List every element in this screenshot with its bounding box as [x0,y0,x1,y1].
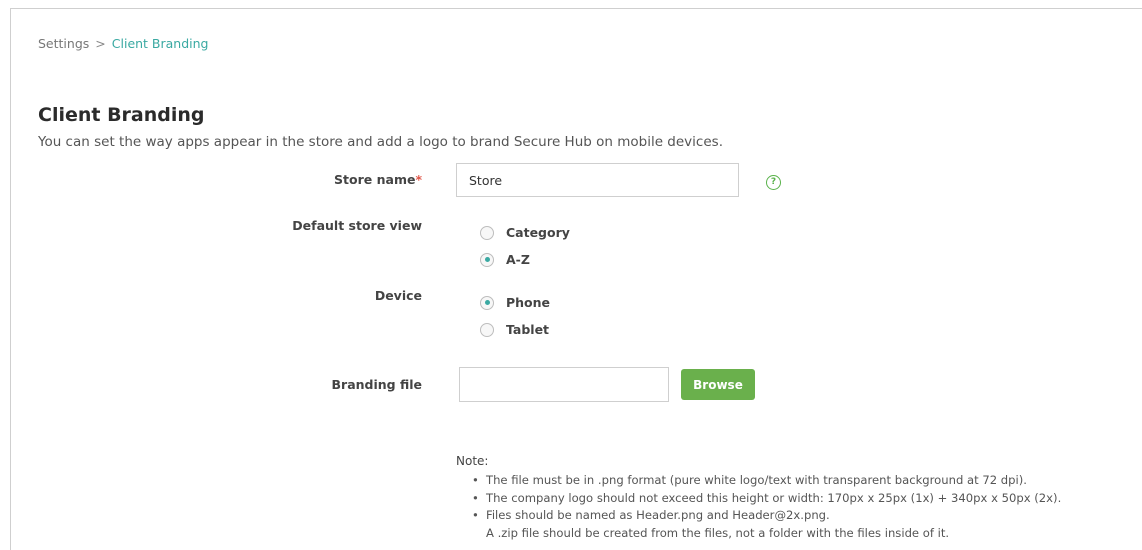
branding-file-label: Branding file [331,377,423,392]
device-label: Device [374,288,422,303]
radio-option-phone[interactable]: Phone [480,295,550,310]
note-item: Files should be named as Header.png and … [470,507,1061,542]
radio-button-category[interactable] [480,225,494,240]
radio-button-a-z[interactable] [480,252,494,267]
content-frame [10,8,1142,550]
radio-label-category: Category [506,225,570,240]
note-subtext: A .zip file should be created from the f… [486,525,950,540]
browse-button[interactable]: Browse [681,369,755,400]
required-asterisk: * [415,172,422,187]
radio-option-tablet[interactable]: Tablet [480,322,549,337]
store-name-label: Store name* [222,172,422,187]
radio-button-phone[interactable] [480,295,494,310]
store-name-input[interactable] [456,163,739,197]
breadcrumb: Settings > Client Branding [38,36,209,51]
note-item-text: Files should be named as Header.png and … [486,508,830,522]
note-list: The file must be in .png format (pure wh… [470,472,1061,542]
breadcrumb-current[interactable]: Client Branding [112,36,209,51]
page-description: You can set the way apps appear in the s… [38,134,723,150]
note-item: The file must be in .png format (pure wh… [470,472,1061,490]
page-title: Client Branding [38,104,205,126]
radio-label-tablet: Tablet [506,322,550,337]
breadcrumb-separator: > [95,36,106,51]
breadcrumb-settings-link[interactable]: Settings [38,36,89,51]
radio-label-phone: Phone [506,295,551,310]
store-name-label-text: Store name [334,172,416,187]
note-title: Note: [456,454,489,468]
help-circle-icon[interactable]: ? [766,175,781,190]
note-item: The company logo should not exceed this … [470,490,1061,508]
radio-option-a-z[interactable]: A-Z [480,252,530,267]
radio-button-tablet[interactable] [480,322,494,337]
radio-option-category[interactable]: Category [480,225,570,240]
default-store-view-label: Default store view [292,218,422,233]
radio-label-a-z: A-Z [506,252,530,267]
branding-file-input[interactable] [459,367,669,402]
